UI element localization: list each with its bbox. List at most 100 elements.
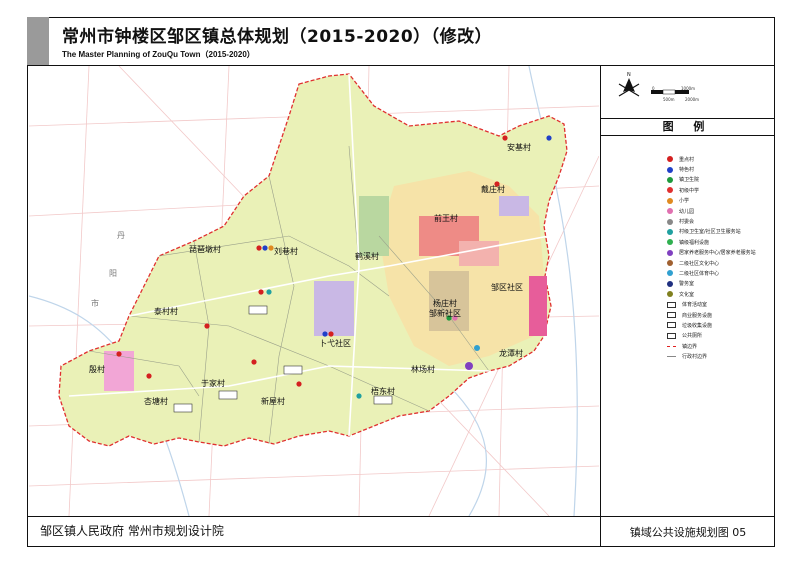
- red-circle-icon: [204, 323, 210, 329]
- blue-circle-icon: [667, 166, 673, 173]
- legend-item: 警务室: [667, 279, 756, 289]
- legend-list: 重点村 特色村 镇卫生院 初级中学 小学 幼儿园 村委会 村级卫生室/社区卫生服…: [667, 154, 756, 362]
- legend-title: 图 例: [601, 118, 774, 136]
- village-label: 泰村村: [154, 306, 178, 316]
- sheet-title: 镇域公共设施规划图 05: [600, 516, 775, 547]
- legend-item: 垃圾收集设施: [667, 320, 756, 330]
- legend-item: 重点村: [667, 154, 756, 164]
- orange-circle-icon: [268, 245, 274, 251]
- red-circle-icon: [258, 289, 264, 295]
- blue-circle-icon: [546, 135, 552, 141]
- industrial-zone-3: [314, 281, 354, 336]
- teal-circle-icon: [356, 393, 362, 399]
- legend-item: 村级卫生室/社区卫生服务站: [667, 227, 756, 237]
- blue-circle-icon: [322, 331, 328, 337]
- side-label: 丹: [117, 231, 125, 240]
- legend-item: 镇级福利设施: [667, 237, 756, 247]
- side-label: 市: [91, 298, 99, 308]
- village-label: 邹新社区: [429, 308, 461, 318]
- teal-circle-icon: [266, 289, 272, 295]
- legend-panel: N 0 1000m 500m 2000m 图 例 重点村 特色村 镇卫生院 初级…: [600, 66, 774, 516]
- red-circle-icon: [116, 351, 122, 357]
- map-subtitle: The Master Planning of ZouQu Town（2015-2…: [62, 50, 255, 59]
- scale-label: 0: [652, 86, 655, 91]
- purple-circle-icon: [667, 249, 673, 256]
- red-circle-icon: [296, 381, 302, 387]
- legend-item: 镇边界: [667, 341, 756, 351]
- map-title: 常州市钟楼区邹区镇总体规划（2015-2020）（修改）: [62, 27, 493, 47]
- village-label: 杏塘村: [144, 396, 168, 406]
- village-label: 鹤溪村: [355, 251, 379, 261]
- industrial-zone-4: [104, 351, 134, 391]
- legend-item: 小学: [667, 196, 756, 206]
- legend-item: 文化室: [667, 289, 756, 299]
- pink-circle-icon: [667, 208, 673, 215]
- legend-item: 村委会: [667, 216, 756, 226]
- cyan-circle-icon: [474, 345, 480, 351]
- teal-circle-icon: [667, 228, 673, 235]
- legend-item: 居家养老服务中心/居家养老服务站: [667, 248, 756, 258]
- footer-authors: 邹区镇人民政府 常州市规划设计院: [40, 524, 224, 538]
- legend-item: 二级社区文化中心: [667, 258, 756, 268]
- scale-label: 500m: [663, 97, 675, 102]
- side-label: 阳: [109, 269, 117, 278]
- red-circle-icon: [667, 187, 673, 194]
- facility-grid-box: [248, 305, 268, 315]
- map-area[interactable]: 琵琶墩村 刘巷村 鹤溪村 前王村 戴庄村 安基村 泰村村 邹区社区 杨庄村 邹新…: [29, 66, 599, 516]
- facility-grid-box: [283, 365, 303, 375]
- village-label: 前王村: [434, 213, 458, 223]
- industrial-zone-2: [499, 196, 529, 216]
- village-label: 卜弋社区: [319, 338, 351, 348]
- village-label: 龙潭村: [499, 348, 523, 358]
- red-circle-icon: [256, 245, 262, 251]
- red-circle-icon: [146, 373, 152, 379]
- legend-item: 商业服务设施: [667, 310, 756, 320]
- facility-grid-box: [373, 395, 393, 405]
- red-circle-icon: [667, 156, 673, 163]
- village-label: 安基村: [507, 142, 531, 152]
- village-label: 邹区社区: [491, 282, 523, 292]
- neighbor-label-layer: 丹 阳 市: [91, 231, 125, 308]
- village-label: 刘巷村: [274, 246, 298, 256]
- legend-item: 镇卫生院: [667, 175, 756, 185]
- dark-square-icon: [667, 332, 676, 339]
- svg-text:N: N: [627, 72, 631, 78]
- green-circle-icon: [667, 176, 673, 183]
- industrial-zone: [529, 276, 547, 336]
- orange-circle-icon: [667, 197, 673, 204]
- title-accent-bar: [27, 17, 49, 65]
- dark-square-icon: [667, 322, 676, 329]
- cyan-circle-icon: [667, 270, 673, 277]
- red-circle-icon: [502, 135, 508, 141]
- village-label: 戴庄村: [481, 184, 505, 194]
- legend-item: 二级社区体育中心: [667, 268, 756, 278]
- facility-grid-box: [218, 390, 238, 400]
- village-label: 林场村: [411, 364, 435, 374]
- green-circle-icon: [667, 239, 673, 246]
- red-circle-icon: [328, 331, 334, 337]
- grey-line-icon: [667, 356, 676, 358]
- legend-item: 幼儿园: [667, 206, 756, 216]
- scale-label: 1000m: [681, 86, 696, 91]
- red-dash-line-icon: [667, 345, 676, 347]
- red-circle-icon: [251, 359, 257, 365]
- dark-square-icon: [667, 312, 676, 319]
- compass-and-scale: N: [618, 72, 689, 97]
- legend-item: 行政村边界: [667, 351, 756, 361]
- village-label: 殷村: [89, 364, 105, 374]
- map-canvas: 琵琶墩村 刘巷村 鹤溪村 前王村 戴庄村 安基村 泰村村 邹区社区 杨庄村 邹新…: [29, 66, 599, 516]
- grey-circle-icon: [667, 218, 673, 225]
- blue-circle-icon: [262, 245, 268, 251]
- navy-circle-icon: [667, 280, 673, 287]
- legend-item: 特色村: [667, 164, 756, 174]
- legend-item: 体育活动室: [667, 299, 756, 309]
- legend-item: 初级中学: [667, 185, 756, 195]
- dark-square-icon: [667, 301, 676, 308]
- village-label: 琵琶墩村: [189, 244, 221, 254]
- facility-grid-box: [173, 403, 193, 413]
- brown-circle-icon: [667, 260, 673, 267]
- village-label: 新屋村: [261, 396, 285, 406]
- commercial-zone-2: [459, 241, 499, 266]
- north-arrow-icon: N: [618, 72, 640, 97]
- green-belt-zone: [359, 196, 389, 256]
